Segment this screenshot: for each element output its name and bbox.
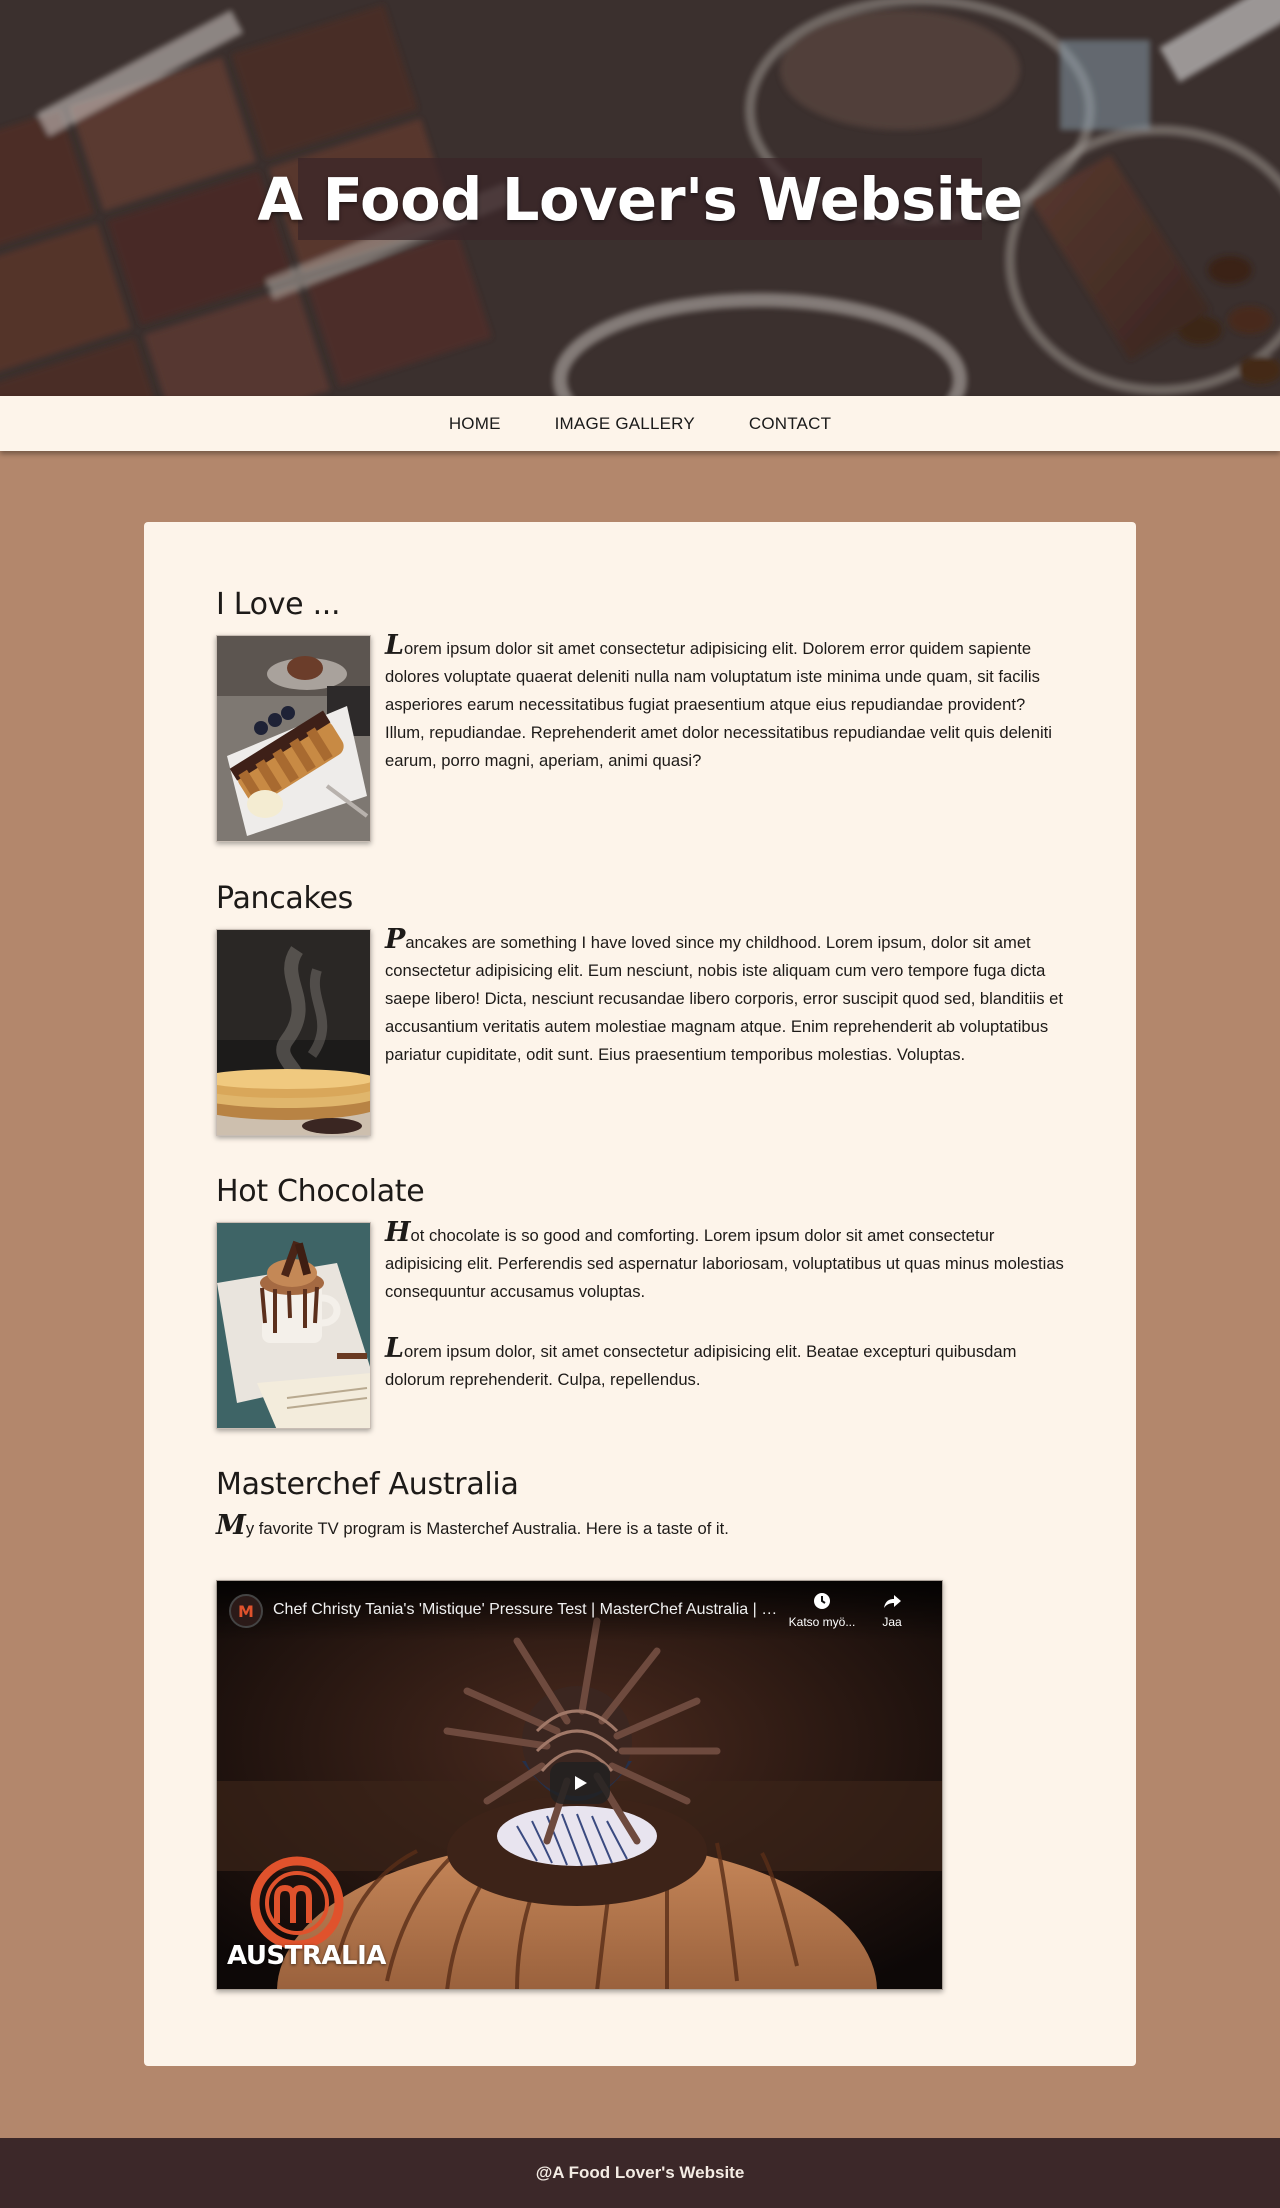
main-navigation: HOME IMAGE GALLERY CONTACT <box>0 396 1280 451</box>
section-i-love: I Love ... Lorem ipsum dolor sit amet co… <box>216 585 1066 842</box>
watch-later-button[interactable]: Katso myö... <box>787 1591 857 1629</box>
clock-icon <box>787 1591 857 1615</box>
section-text: Hot chocolate is so good and comforting.… <box>385 1219 1065 1426</box>
section-hot-chocolate: Hot Chocolate Hot chocolate is so good a… <box>216 1172 1066 1429</box>
drop-cap: H <box>385 1217 411 1248</box>
dessert-pastry-image <box>216 635 371 842</box>
section-heading: Masterchef Australia <box>216 1467 519 1502</box>
play-icon <box>575 1776 587 1790</box>
paragraph: Lorem ipsum dolor, sit amet consectetur … <box>385 1335 1065 1394</box>
masterchef-logo-text: AUSTRALIA <box>227 1941 386 1971</box>
hero-banner: A Food Lover's Website <box>0 0 1280 396</box>
section-heading: Hot Chocolate <box>216 1174 425 1209</box>
section-pancakes: Pancakes Pancakes are something I have l… <box>216 879 1066 1136</box>
section-text: Lorem ipsum dolor sit amet consectetur a… <box>385 632 1065 807</box>
paragraph-text: y favorite TV program is Masterchef Aust… <box>245 1519 729 1538</box>
nav-home-link[interactable]: HOME <box>422 414 528 434</box>
site-footer: @A Food Lover's Website <box>0 2138 1280 2208</box>
share-button[interactable]: Jaa <box>857 1591 927 1629</box>
video-title[interactable]: Chef Christy Tania's 'Mistique' Pressure… <box>273 1601 783 1619</box>
drop-cap: L <box>385 1333 404 1364</box>
section-text: Pancakes are something I have loved sinc… <box>385 926 1065 1101</box>
paragraph: Hot chocolate is so good and comforting.… <box>385 1219 1065 1306</box>
paragraph: Lorem ipsum dolor sit amet consectetur a… <box>385 632 1065 775</box>
drop-cap: M <box>216 1510 246 1541</box>
hero-title-box: A Food Lover's Website <box>257 158 1023 240</box>
section-text: My favorite TV program is Masterchef Aus… <box>216 1512 1066 1575</box>
section-heading: I Love ... <box>216 587 341 622</box>
share-icon <box>857 1591 927 1615</box>
masterchef-channel-icon[interactable]: M <box>229 1594 263 1628</box>
drop-cap: L <box>385 630 404 661</box>
paragraph-text: orem ipsum dolor, sit amet consectetur a… <box>385 1342 1017 1389</box>
content-card: I Love ... Lorem ipsum dolor sit amet co… <box>144 522 1136 2066</box>
drop-cap: P <box>385 924 406 955</box>
nav-image-gallery-link[interactable]: IMAGE GALLERY <box>528 414 722 434</box>
section-masterchef: Masterchef Australia My favorite TV prog… <box>216 1465 1066 1539</box>
footer-text: @A Food Lover's Website <box>535 2163 745 2182</box>
play-button[interactable] <box>550 1762 610 1804</box>
paragraph-text: ancakes are something I have loved since… <box>385 933 1063 1064</box>
paragraph: Pancakes are something I have loved sinc… <box>385 926 1065 1069</box>
nav-contact-link[interactable]: CONTACT <box>722 414 858 434</box>
watch-later-label: Katso myö... <box>788 1615 856 1629</box>
paragraph-text: ot chocolate is so good and comforting. … <box>385 1226 1064 1301</box>
paragraph: My favorite TV program is Masterchef Aus… <box>216 1512 1066 1543</box>
pancakes-image <box>216 929 371 1136</box>
paragraph-text: orem ipsum dolor sit amet consectetur ad… <box>385 639 1052 770</box>
youtube-video-embed[interactable]: M Chef Christy Tania's 'Mistique' Pressu… <box>216 1580 943 1990</box>
site-title: A Food Lover's Website <box>257 164 1023 234</box>
section-heading: Pancakes <box>216 881 354 916</box>
hot-chocolate-image <box>216 1222 371 1429</box>
share-label: Jaa <box>882 1615 902 1629</box>
